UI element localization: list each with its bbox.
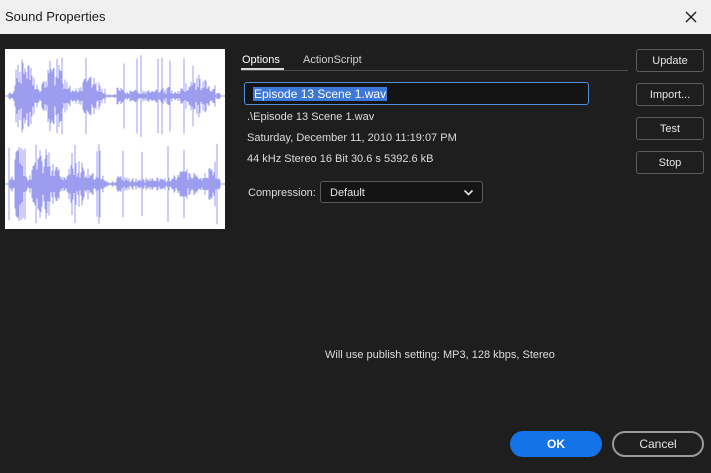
import-button[interactable]: Import...	[636, 83, 704, 106]
close-icon	[685, 11, 697, 23]
stop-button[interactable]: Stop	[636, 151, 704, 174]
compression-label: Compression:	[248, 187, 316, 199]
tab-actionscript[interactable]: ActionScript	[303, 54, 362, 66]
cancel-button[interactable]: Cancel	[612, 431, 704, 457]
close-button[interactable]	[671, 0, 711, 34]
compression-value: Default	[330, 187, 365, 199]
sound-date: Saturday, December 11, 2010 11:19:07 PM	[247, 132, 457, 144]
update-button[interactable]: Update	[636, 49, 704, 72]
test-button[interactable]: Test	[636, 117, 704, 140]
publish-setting-note: Will use publish setting: MP3, 128 kbps,…	[325, 349, 555, 361]
tab-options[interactable]: Options	[242, 54, 280, 66]
sound-format: 44 kHz Stereo 16 Bit 30.6 s 5392.6 kB	[247, 153, 434, 165]
sound-path: .\Episode 13 Scene 1.wav	[247, 111, 375, 123]
sound-name-input[interactable]: Episode 13 Scene 1.wav	[244, 82, 589, 105]
sound-name-selected-text: Episode 13 Scene 1.wav	[253, 86, 388, 101]
waveform-preview	[5, 49, 225, 229]
active-tab-indicator	[241, 68, 284, 70]
waveform-graphic	[5, 55, 225, 225]
chevron-down-icon	[463, 189, 474, 196]
window-title: Sound Properties	[5, 9, 106, 24]
ok-button[interactable]: OK	[510, 431, 602, 457]
title-bar: Sound Properties	[0, 0, 711, 34]
compression-select[interactable]: Default	[320, 181, 483, 203]
tab-bar: Options ActionScript	[241, 50, 628, 71]
